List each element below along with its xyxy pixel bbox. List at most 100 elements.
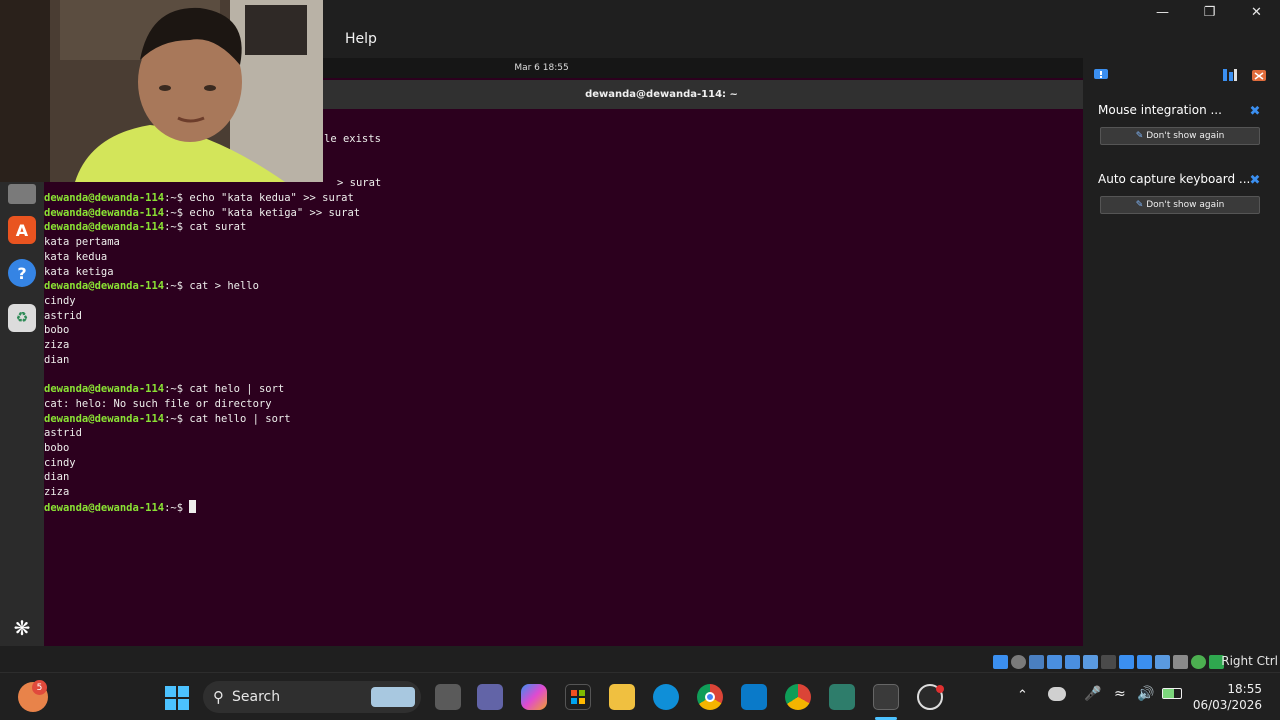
terminal-command-line: dewanda@dewanda-114:~$ cat hello | sort [44, 412, 291, 425]
message-icon[interactable] [1093, 68, 1109, 82]
terminal-title: dewanda@dewanda-114: ~ [585, 89, 738, 100]
terminal-cursor [189, 499, 197, 513]
edge-icon[interactable] [653, 684, 679, 710]
help-icon[interactable]: ? [8, 259, 36, 287]
terminal-output-line: cindy [44, 294, 76, 307]
terminal-prompt: dewanda@dewanda-114 [44, 192, 165, 204]
clear-notifications-icon[interactable] [1251, 68, 1267, 82]
dont-show-again-button[interactable]: ✎ Don't show again [1100, 196, 1260, 214]
terminal-prompt: dewanda@dewanda-114 [44, 206, 165, 219]
clock-time: 18:55 [1227, 682, 1262, 696]
terminal-output-line: astrid [44, 427, 82, 440]
wifi-icon[interactable]: ≈ [1114, 686, 1126, 702]
terminal-command-line: dewanda@dewanda-114:~$ cat > hello [44, 280, 259, 293]
close-icon[interactable]: ✖ [1248, 104, 1262, 119]
store-icon[interactable] [565, 684, 591, 710]
virtualbox-manager-icon[interactable] [829, 684, 855, 710]
settings-icon[interactable] [1173, 655, 1188, 669]
vbox-statusbar: Right Ctrl [0, 652, 1280, 672]
display-icon[interactable] [1101, 655, 1116, 669]
search-icon: ⚲ [213, 688, 224, 706]
terminal-command-line: dewanda@dewanda-114:~$ cat helo | sort [44, 383, 285, 396]
clock-date: 06/03/2026 [1192, 698, 1262, 712]
host-key-label: Right Ctrl [1221, 654, 1278, 668]
notification-badge: 5 [32, 680, 47, 695]
start-icon[interactable] [165, 686, 189, 710]
terminal-output-line: kata pertama [44, 236, 120, 249]
cpu-icon[interactable] [1155, 655, 1170, 669]
terminal-output[interactable]: le exists > surat dewanda@dewanda-114:~$ e… [44, 124, 1083, 644]
onedrive-icon[interactable] [1048, 687, 1066, 701]
terminal-output-line: cindy [44, 456, 76, 469]
hard-disk-icon[interactable] [993, 655, 1008, 669]
terminal-output-line: bobo [44, 324, 70, 337]
usb-icon[interactable] [1065, 655, 1080, 669]
optical-drive-icon[interactable] [1011, 655, 1026, 669]
terminal-output-line: kata ketiga [44, 265, 114, 278]
terminal-prompt: dewanda@dewanda-114 [44, 412, 165, 425]
terminal-prompt: dewanda@dewanda-114 [44, 501, 165, 514]
shared-folders-icon[interactable] [1083, 655, 1098, 669]
status-icons [993, 655, 1224, 669]
terminal-output-line: > surat [337, 177, 382, 189]
terminal-output-line: kata kedua [44, 250, 108, 263]
notification-panel: Mouse integration ... ✖ ✎ Don't show agai… [1085, 58, 1280, 646]
show-apps-icon[interactable]: ❋ [8, 614, 36, 642]
terminal-command-line: dewanda@dewanda-114:~$ cat surat [44, 221, 247, 234]
panel-toggle-icon[interactable] [1222, 68, 1238, 82]
chrome-profile-icon[interactable] [785, 684, 811, 710]
network-icon[interactable] [1047, 655, 1062, 669]
copilot-icon[interactable] [521, 684, 547, 710]
close-icon[interactable]: ✖ [1248, 173, 1262, 188]
virtualbox-vm-icon[interactable] [873, 684, 899, 710]
terminal-command: cat > hello [189, 280, 259, 293]
terminal-command: cat helo | sort [189, 383, 285, 396]
chevron-up-icon[interactable]: ⌃ [1017, 688, 1028, 703]
taskbar-clock[interactable]: 18:55 06/03/2026 [1193, 681, 1262, 713]
search-highlight-icon [371, 687, 415, 707]
vscode-icon[interactable] [741, 684, 767, 710]
topbar-datetime[interactable]: Mar 6 18:55 [514, 63, 568, 73]
terminal-output-line: bobo [44, 441, 70, 454]
dont-show-again-button[interactable]: ✎ Don't show again [1100, 127, 1260, 145]
terminal-command: echo "kata kedua" >> surat [189, 192, 354, 204]
terminal-output-line: ziza [44, 486, 70, 498]
minimize-icon[interactable]: — [1139, 0, 1186, 24]
terminal-command: echo "kata ketiga" >> surat [189, 206, 361, 219]
file-explorer-icon[interactable] [609, 684, 635, 710]
restore-icon[interactable]: ❐ [1186, 0, 1233, 24]
teams-icon[interactable] [477, 684, 503, 710]
terminal-prompt: dewanda@dewanda-114 [44, 383, 165, 396]
recording-icon[interactable] [1137, 655, 1152, 669]
app-center-icon[interactable]: A [8, 216, 36, 244]
terminal-output-line: ziza [44, 339, 70, 351]
task-view-icon[interactable] [435, 684, 461, 710]
chrome-icon[interactable] [697, 684, 723, 710]
terminal-command-line: dewanda@dewanda-114:~$ echo "kata kedua"… [44, 192, 354, 204]
terminal-output-line: dian [44, 471, 70, 484]
notification-title: Auto capture keyboard ... [1098, 172, 1251, 186]
trash-icon[interactable]: ♻ [8, 304, 36, 332]
terminal-command: cat hello | sort [189, 412, 291, 425]
terminal-command-line: dewanda@dewanda-114:~$ [44, 499, 197, 515]
video-capture-icon[interactable] [1119, 655, 1134, 669]
recording-dot-icon [936, 685, 944, 693]
window-controls: — ❐ ✕ [1139, 0, 1280, 24]
mouse-icon[interactable] [1191, 655, 1206, 669]
terminal-output-line: le exists [324, 133, 381, 145]
audio-icon[interactable] [1029, 655, 1044, 669]
webcam-overlay [0, 0, 323, 182]
ubuntu-dock: A ? ♻ ❋ [0, 180, 44, 646]
microphone-icon[interactable]: 🎤 [1084, 686, 1101, 702]
close-icon[interactable]: ✕ [1233, 0, 1280, 24]
menu-help[interactable]: Help [345, 31, 377, 47]
volume-icon[interactable]: 🔊 [1137, 686, 1154, 702]
taskbar-search[interactable]: ⚲ Search [203, 681, 421, 713]
terminal-output-line: cat: helo: No such file or directory [44, 397, 272, 410]
terminal-output-line: astrid [44, 309, 82, 322]
battery-icon[interactable] [1162, 688, 1182, 699]
files-icon[interactable] [8, 184, 36, 204]
terminal-command-line: dewanda@dewanda-114:~$ echo "kata ketiga… [44, 206, 361, 219]
terminal-command: cat surat [189, 221, 247, 234]
notification-title: Mouse integration ... [1098, 103, 1222, 117]
